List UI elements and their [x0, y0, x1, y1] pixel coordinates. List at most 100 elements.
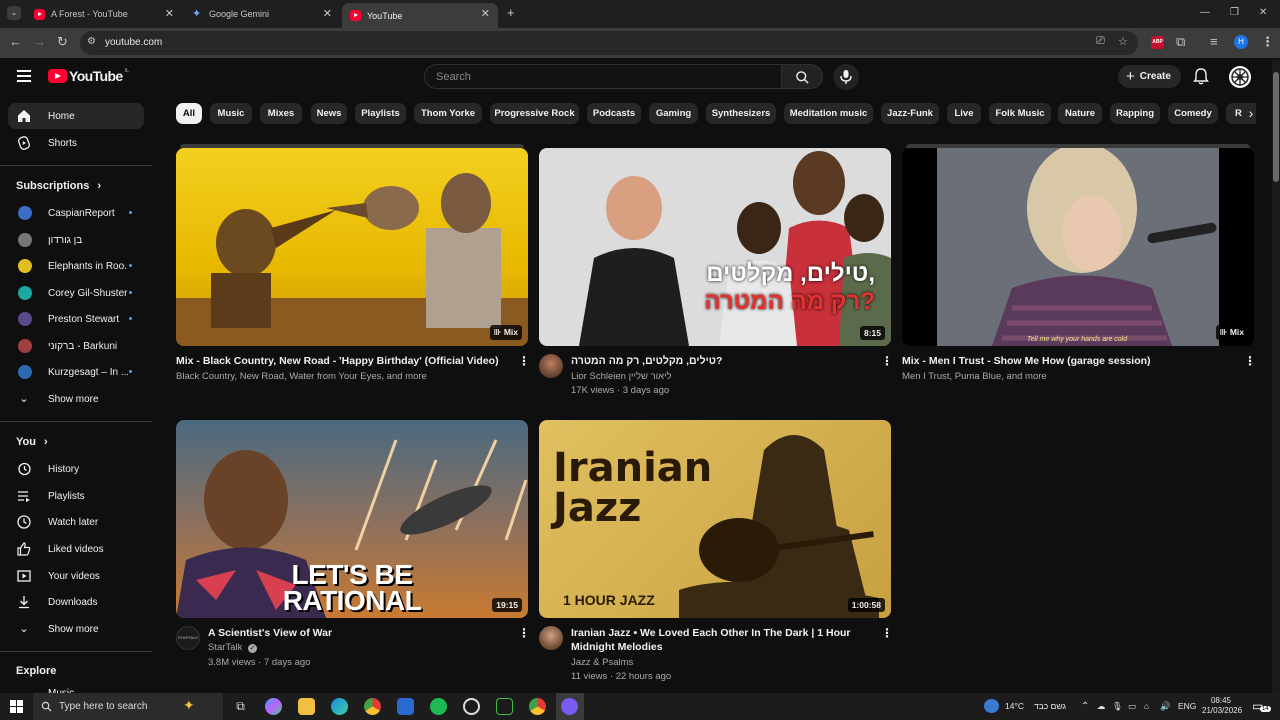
clock[interactable]: 08:45 21/03/2026: [1202, 696, 1242, 716]
minimize-window-icon[interactable]: —: [1200, 6, 1210, 20]
sidebar-item-liked-videos[interactable]: Liked videos: [8, 536, 144, 562]
video-title[interactable]: טילים, מקלטים, רק מה המטרה?: [571, 354, 871, 368]
task-view-icon[interactable]: ⧉: [232, 698, 249, 715]
chip-live[interactable]: Live: [947, 103, 981, 124]
scrollbar-thumb[interactable]: [1273, 72, 1279, 182]
video-title[interactable]: Mix - Black Country, New Road - 'Happy B…: [176, 354, 506, 368]
chip-thom-yorke[interactable]: Thom Yorke: [414, 103, 482, 124]
volume-icon[interactable]: 🔊: [1160, 693, 1171, 720]
sidebar-show-more-you[interactable]: ⌄ Show more: [8, 616, 144, 642]
youtube-logo[interactable]: YouTube IL: [48, 68, 129, 84]
notifications-bell-icon[interactable]: [1193, 68, 1209, 85]
video-options-icon[interactable]: ⋮: [518, 354, 530, 368]
sidebar-show-more-subscriptions[interactable]: ⌄ Show more: [8, 386, 144, 412]
weather-icon[interactable]: [984, 699, 999, 713]
chip-jazz-funk[interactable]: Jazz-Funk: [881, 103, 939, 124]
chip-podcasts[interactable]: Podcasts: [587, 103, 641, 124]
channel-avatar[interactable]: [539, 626, 563, 650]
site-info-icon[interactable]: ⚙: [87, 36, 96, 47]
video-options-icon[interactable]: ⋮: [881, 626, 893, 640]
reload-icon[interactable]: ↻: [57, 35, 68, 49]
sidebar-item-history[interactable]: History: [8, 456, 144, 482]
chrome-browser-icon[interactable]: [529, 698, 546, 715]
close-tab-icon[interactable]: ✕: [165, 7, 174, 20]
sidebar-sub-caspianreport[interactable]: CaspianReport: [8, 200, 144, 226]
battery-icon[interactable]: ▭: [1128, 693, 1136, 720]
chip-gaming[interactable]: Gaming: [649, 103, 698, 124]
spotify-icon[interactable]: [430, 698, 447, 715]
sidebar-item-watch-later[interactable]: Watch later: [8, 509, 144, 535]
tab-youtube[interactable]: YouTube ✕: [342, 3, 498, 28]
sidebar-item-shorts[interactable]: Shorts: [8, 130, 144, 156]
copilot-icon[interactable]: [265, 698, 282, 715]
pycharm-icon[interactable]: [496, 698, 513, 715]
profile-avatar-icon[interactable]: H: [1234, 35, 1248, 49]
notification-center-icon[interactable]: ▭ 14: [1252, 699, 1271, 713]
extensions-puzzle-icon[interactable]: ⧉: [1176, 35, 1185, 49]
chip-comedy[interactable]: Comedy: [1168, 103, 1218, 124]
chip-progressive-rock[interactable]: Progressive Rock: [490, 103, 579, 124]
hamburger-menu-icon[interactable]: [17, 70, 31, 82]
address-bar[interactable]: ⚙ youtube.com ⎚ ☆: [80, 31, 1138, 55]
subscriptions-heading[interactable]: Subscriptions ›: [16, 180, 101, 192]
windows-start-icon[interactable]: [10, 700, 23, 713]
channel-name[interactable]: Lior Schleien ליאור שליין: [571, 370, 871, 384]
chip-meditation-music[interactable]: Meditation music: [784, 103, 873, 124]
sidebar-sub-corey[interactable]: Corey Gil-Shuster: [8, 280, 144, 306]
chrome-menu-icon[interactable]: ⋮: [1261, 35, 1274, 49]
tab-search-dropdown-icon[interactable]: ⌄: [7, 6, 21, 20]
chip-folk-music[interactable]: Folk Music: [989, 103, 1051, 124]
video-thumbnail[interactable]: ⊪ Mix: [176, 148, 528, 346]
bookmark-star-icon[interactable]: ☆: [1118, 35, 1128, 48]
install-app-icon[interactable]: ⎚: [1096, 35, 1105, 48]
sidebar-sub-elephants[interactable]: Elephants in Roo...: [8, 253, 144, 279]
app-circle-icon[interactable]: [463, 698, 480, 715]
chip-all[interactable]: All: [176, 103, 202, 124]
input-language[interactable]: ENG: [1178, 693, 1196, 720]
sidebar-sub-preston[interactable]: Preston Stewart: [8, 306, 144, 332]
video-title[interactable]: Iranian Jazz • We Loved Each Other In Th…: [571, 626, 861, 654]
discord-icon[interactable]: [561, 698, 578, 715]
weather-temp[interactable]: 14°C: [1005, 693, 1024, 720]
voice-search-button[interactable]: [833, 64, 859, 90]
video-thumbnail[interactable]: LET'S BE RATIONAL 19:15: [176, 420, 528, 618]
sidebar-sub-barkuni[interactable]: ברקוני - Barkuni: [8, 333, 144, 359]
sidebar-item-playlists[interactable]: Playlists: [8, 483, 144, 509]
close-tab-icon[interactable]: ✕: [323, 7, 332, 20]
video-thumbnail[interactable]: טילים, מקלטים, רק מה המטרה? 8:15: [539, 148, 891, 346]
close-window-icon[interactable]: ✕: [1259, 6, 1267, 20]
channel-avatar[interactable]: STARTALK: [176, 626, 200, 650]
you-heading[interactable]: You ›: [16, 436, 48, 448]
reading-list-icon[interactable]: ≡: [1210, 35, 1218, 49]
network-icon[interactable]: ⌂: [1144, 693, 1149, 720]
search-button[interactable]: [781, 64, 823, 89]
microsoft-store-icon[interactable]: [397, 698, 414, 715]
sidebar-sub-kurzgesagt[interactable]: Kurzgesagt – In ...: [8, 359, 144, 385]
sidebar-sub-ben-gordon[interactable]: בן גורדון: [8, 227, 144, 253]
video-options-icon[interactable]: ⋮: [518, 626, 530, 640]
create-button[interactable]: + Create: [1118, 65, 1181, 88]
restore-window-icon[interactable]: ❐: [1230, 6, 1239, 20]
tray-overflow-chevron-icon[interactable]: ⌃: [1081, 693, 1089, 720]
close-tab-icon[interactable]: ✕: [481, 7, 490, 20]
file-explorer-icon[interactable]: [298, 698, 315, 715]
edge-browser-icon[interactable]: [331, 698, 348, 715]
chips-next-chevron-icon[interactable]: ›: [1240, 102, 1262, 124]
chip-synthesizers[interactable]: Synthesizers: [706, 103, 776, 124]
video-options-icon[interactable]: ⋮: [1244, 354, 1256, 368]
video-thumbnail[interactable]: Iranian Jazz 1 HOUR JAZZ 1:00:58: [539, 420, 891, 618]
cloud-sync-icon[interactable]: ☁: [1097, 693, 1106, 720]
channel-name[interactable]: Jazz & Psalms: [571, 656, 871, 670]
chip-rapping[interactable]: Rapping: [1110, 103, 1160, 124]
video-title[interactable]: A Scientist's View of War: [208, 626, 508, 640]
adblock-extension-icon[interactable]: ABP: [1151, 36, 1164, 49]
channel-name[interactable]: StarTalk ✓: [208, 641, 508, 655]
search-input[interactable]: Search: [424, 64, 782, 89]
sidebar-item-downloads[interactable]: Downloads: [8, 589, 144, 615]
video-thumbnail[interactable]: Tell me why your hands are cold ⊪ Mix: [902, 148, 1254, 346]
forward-arrow-icon[interactable]: →: [33, 35, 46, 49]
microphone-tray-icon[interactable]: 🎙: [1112, 693, 1123, 720]
new-tab-button[interactable]: +: [507, 6, 515, 20]
tab-google-gemini[interactable]: ✦ Google Gemini ✕: [184, 0, 340, 28]
video-title[interactable]: Mix - Men I Trust - Show Me How (garage …: [902, 354, 1232, 368]
